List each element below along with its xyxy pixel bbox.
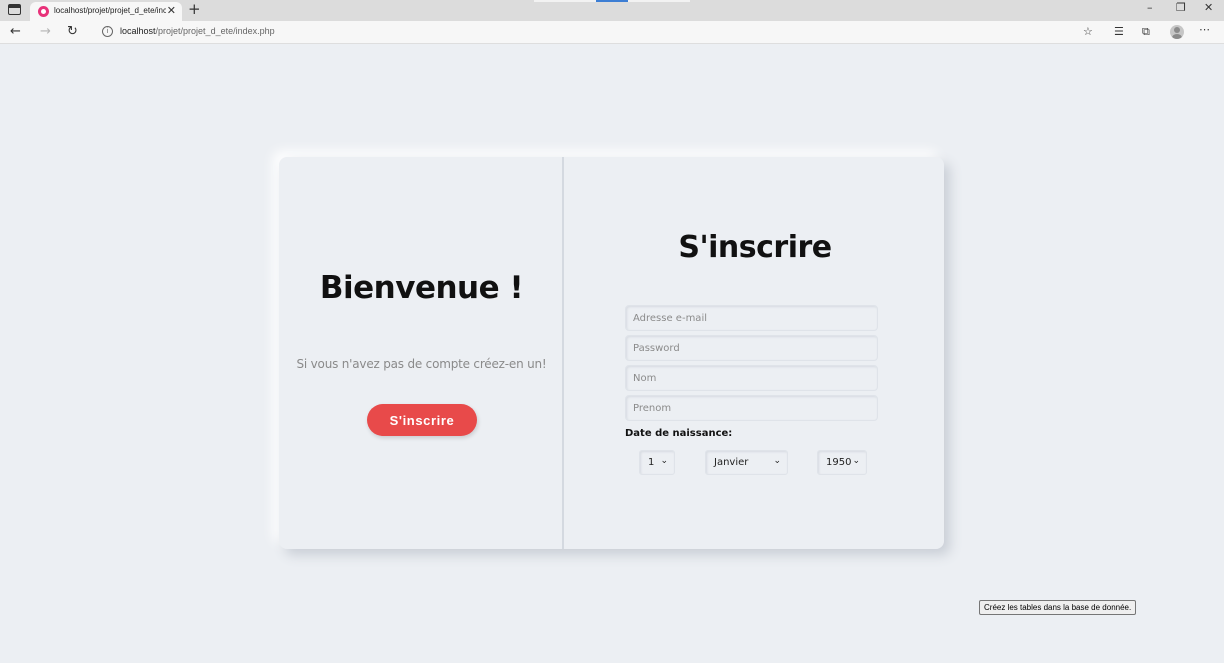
year-select[interactable]: 1950 ⌄ <box>817 450 867 475</box>
welcome-panel: Bienvenue ! Si vous n'avez pas de compte… <box>279 157 564 549</box>
collections-icon[interactable]: ⧉ <box>1142 25 1150 39</box>
refresh-icon[interactable]: ↻ <box>67 24 78 39</box>
minimize-icon[interactable]: – <box>1147 1 1153 14</box>
signup-button[interactable]: S'inscrire <box>367 404 477 436</box>
title-bar-indicator <box>596 0 628 2</box>
welcome-title: Bienvenue ! <box>319 270 524 306</box>
day-value: 1 <box>648 457 655 468</box>
welcome-text: Si vous n'avez pas de compte créez-en un… <box>296 357 547 371</box>
form-title: S'inscrire <box>678 230 832 265</box>
nom-field[interactable] <box>625 365 878 391</box>
month-value: Janvier <box>714 457 749 468</box>
restore-icon[interactable]: ❐ <box>1176 1 1186 14</box>
url-text[interactable]: localhost/projet/projet_d_ete/index.php <box>120 26 275 36</box>
chevron-down-icon: ⌄ <box>660 456 668 466</box>
back-icon[interactable]: ← <box>10 24 21 39</box>
year-value: 1950 <box>826 457 852 468</box>
tab-bar: localhost/projet/projet_d_ete/inc ✕ + – … <box>0 0 1224 21</box>
url-path: /projet/projet_d_ete/index.php <box>155 26 275 36</box>
more-icon[interactable]: ⋯ <box>1199 23 1210 36</box>
favorite-icon[interactable]: ☆ <box>1083 25 1093 38</box>
password-field[interactable] <box>625 335 878 361</box>
favorites-list-icon[interactable]: ☰ <box>1114 25 1124 38</box>
url-host: localhost <box>120 26 156 36</box>
dob-label: Date de naissance: <box>625 428 733 439</box>
new-tab-icon[interactable]: + <box>188 0 201 18</box>
favicon-icon <box>38 6 49 17</box>
month-select[interactable]: Janvier ⌄ <box>705 450 788 475</box>
address-bar: ← → ↻ i localhost/projet/projet_d_ete/in… <box>0 21 1224 44</box>
chevron-down-icon: ⌄ <box>852 456 860 466</box>
browser-tab[interactable]: localhost/projet/projet_d_ete/inc ✕ <box>30 2 182 21</box>
url-field[interactable]: i localhost/projet/projet_d_ete/index.ph… <box>92 23 1092 41</box>
tab-title: localhost/projet/projet_d_ete/inc <box>54 6 166 15</box>
info-icon[interactable]: i <box>102 26 113 37</box>
profile-icon[interactable] <box>1170 25 1184 39</box>
close-window-icon[interactable]: ✕ <box>1204 1 1213 14</box>
close-tab-icon[interactable]: ✕ <box>167 4 176 17</box>
prenom-field[interactable] <box>625 395 878 421</box>
title-bar-segment <box>534 0 596 2</box>
title-bar-segment <box>628 0 690 2</box>
forward-icon[interactable]: → <box>40 24 51 39</box>
day-select[interactable]: 1 ⌄ <box>639 450 675 475</box>
tab-actions-icon[interactable] <box>8 4 21 15</box>
signup-card: Bienvenue ! Si vous n'avez pas de compte… <box>279 157 944 549</box>
chevron-down-icon: ⌄ <box>773 456 781 466</box>
signup-form: S'inscrire Date de naissance: 1 ⌄ Janvie… <box>566 157 944 549</box>
email-field[interactable] <box>625 305 878 331</box>
create-tables-button[interactable]: Créez les tables dans la base de donnée. <box>979 600 1137 615</box>
